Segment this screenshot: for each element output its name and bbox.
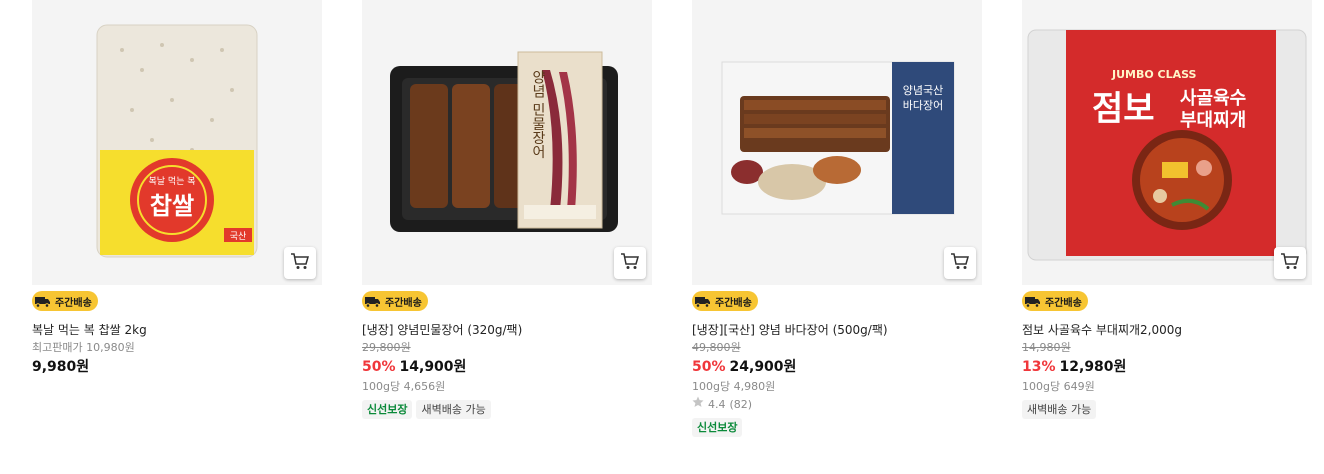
product-grid: 복날 먹는 복 찹쌀 국산 주간배송 복날 먹는 복 찹쌀 2kg 최고판매가 …: [32, 0, 1312, 437]
add-to-cart-button[interactable]: [1274, 247, 1306, 279]
unit-price: 100g당 4,980원: [692, 380, 776, 393]
tag-list: 신선보장 새벽배송 가능: [362, 400, 652, 419]
stew-pack-image: JUMBO CLASS 점보 사골육수 부대찌개: [1027, 29, 1307, 261]
sale-price: 24,900원: [729, 359, 797, 375]
tag-list: 신선보장: [692, 418, 982, 437]
discount-rate: 50%: [692, 359, 726, 375]
price-row: 13% 12,980원: [1022, 357, 1312, 377]
tag-fresh: 신선보장: [362, 400, 413, 419]
cart-icon: [950, 252, 970, 274]
product-card[interactable]: 양념국산 바다장어 주간배송 [냉장][국산] 양념 바다장어 (500g/팩)…: [692, 0, 982, 437]
cart-icon: [620, 252, 640, 274]
discount-rate: 50%: [362, 359, 396, 375]
delivery-badge: 주간배송: [32, 291, 98, 311]
truck-icon: [34, 293, 52, 309]
discount-rate: 13%: [1022, 359, 1056, 375]
product-image[interactable]: JUMBO CLASS 점보 사골육수 부대찌개: [1022, 0, 1312, 285]
add-to-cart-button[interactable]: [614, 247, 646, 279]
rating: 4.4 (82): [692, 396, 982, 412]
price-row: 9,980원: [32, 357, 322, 377]
badge-label: 주간배송: [385, 297, 422, 309]
cart-icon: [1280, 252, 1300, 274]
tag-dawn-delivery: 새벽배송 가능: [416, 400, 491, 419]
rating-value: 4.4: [708, 397, 726, 411]
delivery-badge: 주간배송: [692, 291, 758, 311]
eel-tray-image: 양념 민물장어: [390, 51, 618, 232]
rice-bag-image: 복날 먹는 복 찹쌀 국산: [96, 24, 258, 258]
svg-text:부대찌개: 부대찌개: [1180, 110, 1246, 131]
add-to-cart-button[interactable]: [944, 247, 976, 279]
tag-list: 새벽배송 가능: [1022, 400, 1312, 419]
original-price: 49,800원: [692, 341, 741, 354]
truck-icon: [694, 293, 712, 309]
svg-text:사골육수: 사골육수: [1180, 88, 1246, 109]
price-row: 50% 14,900원: [362, 357, 652, 377]
sale-price: 12,980원: [1059, 359, 1127, 375]
svg-text:찹쌀: 찹쌀: [150, 192, 194, 220]
delivery-badge: 주간배송: [1022, 291, 1088, 311]
product-image[interactable]: 양념 민물장어: [362, 0, 652, 285]
product-title[interactable]: [냉장][국산] 양념 바다장어 (500g/팩): [692, 322, 982, 338]
original-price: 29,800원: [362, 341, 411, 354]
svg-text:JUMBO CLASS: JUMBO CLASS: [1111, 68, 1197, 81]
truck-icon: [1024, 293, 1042, 309]
tag-fresh: 신선보장: [692, 418, 743, 437]
delivery-badge: 주간배송: [362, 291, 428, 311]
product-title[interactable]: 점보 사골육수 부대찌개2,000g: [1022, 322, 1312, 338]
max-price-label: 최고판매가 10,980원: [32, 341, 135, 354]
badge-label: 주간배송: [55, 297, 92, 309]
svg-text:바다장어: 바다장어: [903, 99, 943, 112]
svg-text:복날 먹는 복: 복날 먹는 복: [148, 176, 195, 187]
product-card[interactable]: 복날 먹는 복 찹쌀 국산 주간배송 복날 먹는 복 찹쌀 2kg 최고판매가 …: [32, 0, 322, 437]
product-image[interactable]: 양념국산 바다장어: [692, 0, 982, 285]
original-price: 14,980원: [1022, 341, 1071, 354]
product-image[interactable]: 복날 먹는 복 찹쌀 국산: [32, 0, 322, 285]
unit-price: 100g당 649원: [1022, 380, 1095, 393]
star-icon: [692, 396, 704, 412]
cart-icon: [290, 252, 310, 274]
badge-label: 주간배송: [715, 297, 752, 309]
unit-price: 100g당 4,656원: [362, 380, 446, 393]
svg-text:양념 민물장어: 양념 민물장어: [530, 70, 546, 159]
eel-box-image: 양념국산 바다장어: [721, 61, 955, 215]
svg-text:국산: 국산: [230, 231, 247, 242]
badge-label: 주간배송: [1045, 297, 1082, 309]
product-title[interactable]: 복날 먹는 복 찹쌀 2kg: [32, 322, 322, 338]
svg-text:양념국산: 양념국산: [903, 84, 943, 97]
tag-dawn-delivery: 새벽배송 가능: [1022, 400, 1097, 419]
review-count: (82): [729, 397, 753, 411]
product-card[interactable]: JUMBO CLASS 점보 사골육수 부대찌개 주간배송 점보 사골육수 부대…: [1022, 0, 1312, 437]
sale-price: 9,980원: [32, 359, 90, 375]
sale-price: 14,900원: [399, 359, 467, 375]
truck-icon: [364, 293, 382, 309]
price-row: 50% 24,900원: [692, 357, 982, 377]
add-to-cart-button[interactable]: [284, 247, 316, 279]
product-card[interactable]: 양념 민물장어 주간배송 [냉장] 양념민물장어 (320g/팩) 29,800…: [362, 0, 652, 437]
product-title[interactable]: [냉장] 양념민물장어 (320g/팩): [362, 322, 652, 338]
svg-text:점보: 점보: [1092, 89, 1155, 129]
